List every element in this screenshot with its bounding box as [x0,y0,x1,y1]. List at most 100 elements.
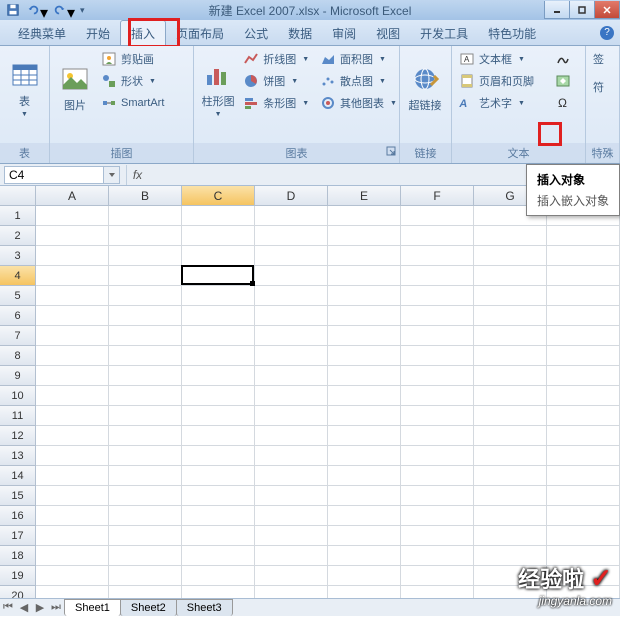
cell[interactable] [182,226,255,246]
picture-button[interactable]: 图片 [54,49,96,127]
cell[interactable] [36,386,109,406]
cell[interactable] [255,246,328,266]
cell[interactable] [255,306,328,326]
cell[interactable] [182,466,255,486]
cell[interactable] [401,226,474,246]
row-header[interactable]: 19 [0,566,36,586]
chevron-down-icon[interactable]: ▾ [40,3,47,17]
cell[interactable] [547,426,620,446]
cell[interactable] [36,566,109,586]
cell[interactable] [109,286,182,306]
header-footer-button[interactable]: 页眉和页脚 [456,71,550,91]
cell[interactable] [474,246,547,266]
cell[interactable] [182,546,255,566]
tab-classic[interactable]: 经典菜单 [8,21,76,45]
cell[interactable] [255,206,328,226]
cell[interactable] [474,506,547,526]
cell[interactable] [255,486,328,506]
line-chart-button[interactable]: 折线图▼ [240,49,315,69]
name-box-dropdown[interactable] [104,166,120,184]
dialog-launcher-icon[interactable] [386,146,396,156]
cell[interactable] [182,386,255,406]
cell[interactable] [547,286,620,306]
cell[interactable] [401,486,474,506]
cell[interactable] [109,206,182,226]
symbol-button[interactable]: Ω [552,93,581,113]
cell[interactable] [328,346,401,366]
cell[interactable] [36,446,109,466]
cell[interactable] [182,406,255,426]
cell[interactable] [109,486,182,506]
cell[interactable] [547,526,620,546]
cell[interactable] [474,306,547,326]
cell[interactable] [109,506,182,526]
cell[interactable] [547,566,620,586]
row-header[interactable]: 11 [0,406,36,426]
column-header[interactable]: C [182,186,255,206]
cell[interactable] [328,366,401,386]
cell[interactable] [255,326,328,346]
cell[interactable] [182,506,255,526]
cell[interactable] [36,226,109,246]
tab-home[interactable]: 开始 [76,21,120,45]
cell[interactable] [109,326,182,346]
cell[interactable] [328,546,401,566]
cell[interactable] [182,346,255,366]
cell[interactable] [109,266,182,286]
cell[interactable] [401,286,474,306]
cell[interactable] [474,226,547,246]
column-header[interactable]: F [401,186,474,206]
cell[interactable] [182,286,255,306]
cell[interactable] [109,346,182,366]
sym-button[interactable]: 符 [590,77,607,97]
cell[interactable] [474,326,547,346]
cell[interactable] [109,246,182,266]
cell[interactable] [328,386,401,406]
cell[interactable] [474,366,547,386]
row-header[interactable]: 17 [0,526,36,546]
cell[interactable] [36,266,109,286]
column-header[interactable]: E [328,186,401,206]
cell[interactable] [182,246,255,266]
cell[interactable] [36,526,109,546]
cell[interactable] [109,466,182,486]
cell[interactable] [328,226,401,246]
cell[interactable] [109,386,182,406]
cell[interactable] [328,566,401,586]
cell[interactable] [547,386,620,406]
cell[interactable] [474,266,547,286]
cell[interactable] [401,566,474,586]
cell[interactable] [36,506,109,526]
cell[interactable] [255,426,328,446]
cell[interactable] [36,206,109,226]
obj-button[interactable] [590,71,607,75]
sheet-tab-2[interactable]: Sheet2 [120,599,177,616]
row-header[interactable]: 5 [0,286,36,306]
cell[interactable] [109,526,182,546]
cell[interactable] [401,386,474,406]
redo-icon[interactable]: ▾ [53,3,74,17]
signature-button[interactable] [552,49,581,69]
cell[interactable] [328,526,401,546]
cell[interactable] [547,366,620,386]
cell[interactable] [401,546,474,566]
cell[interactable] [474,526,547,546]
cell[interactable] [328,426,401,446]
column-chart-button[interactable]: 柱形图▼ [198,49,238,127]
cell[interactable] [474,386,547,406]
row-header[interactable]: 1 [0,206,36,226]
tab-nav-first[interactable]: ⏮ [0,600,16,616]
close-button[interactable] [594,1,620,19]
cell[interactable] [401,406,474,426]
sheet-tab-3[interactable]: Sheet3 [176,599,233,616]
cell[interactable] [401,206,474,226]
row-header[interactable]: 13 [0,446,36,466]
cell[interactable] [36,286,109,306]
cell[interactable] [474,286,547,306]
tab-review[interactable]: 审阅 [322,21,366,45]
name-box[interactable]: C4 [4,166,104,184]
cell[interactable] [182,526,255,546]
cell[interactable] [547,506,620,526]
cell[interactable] [36,346,109,366]
cell[interactable] [109,366,182,386]
